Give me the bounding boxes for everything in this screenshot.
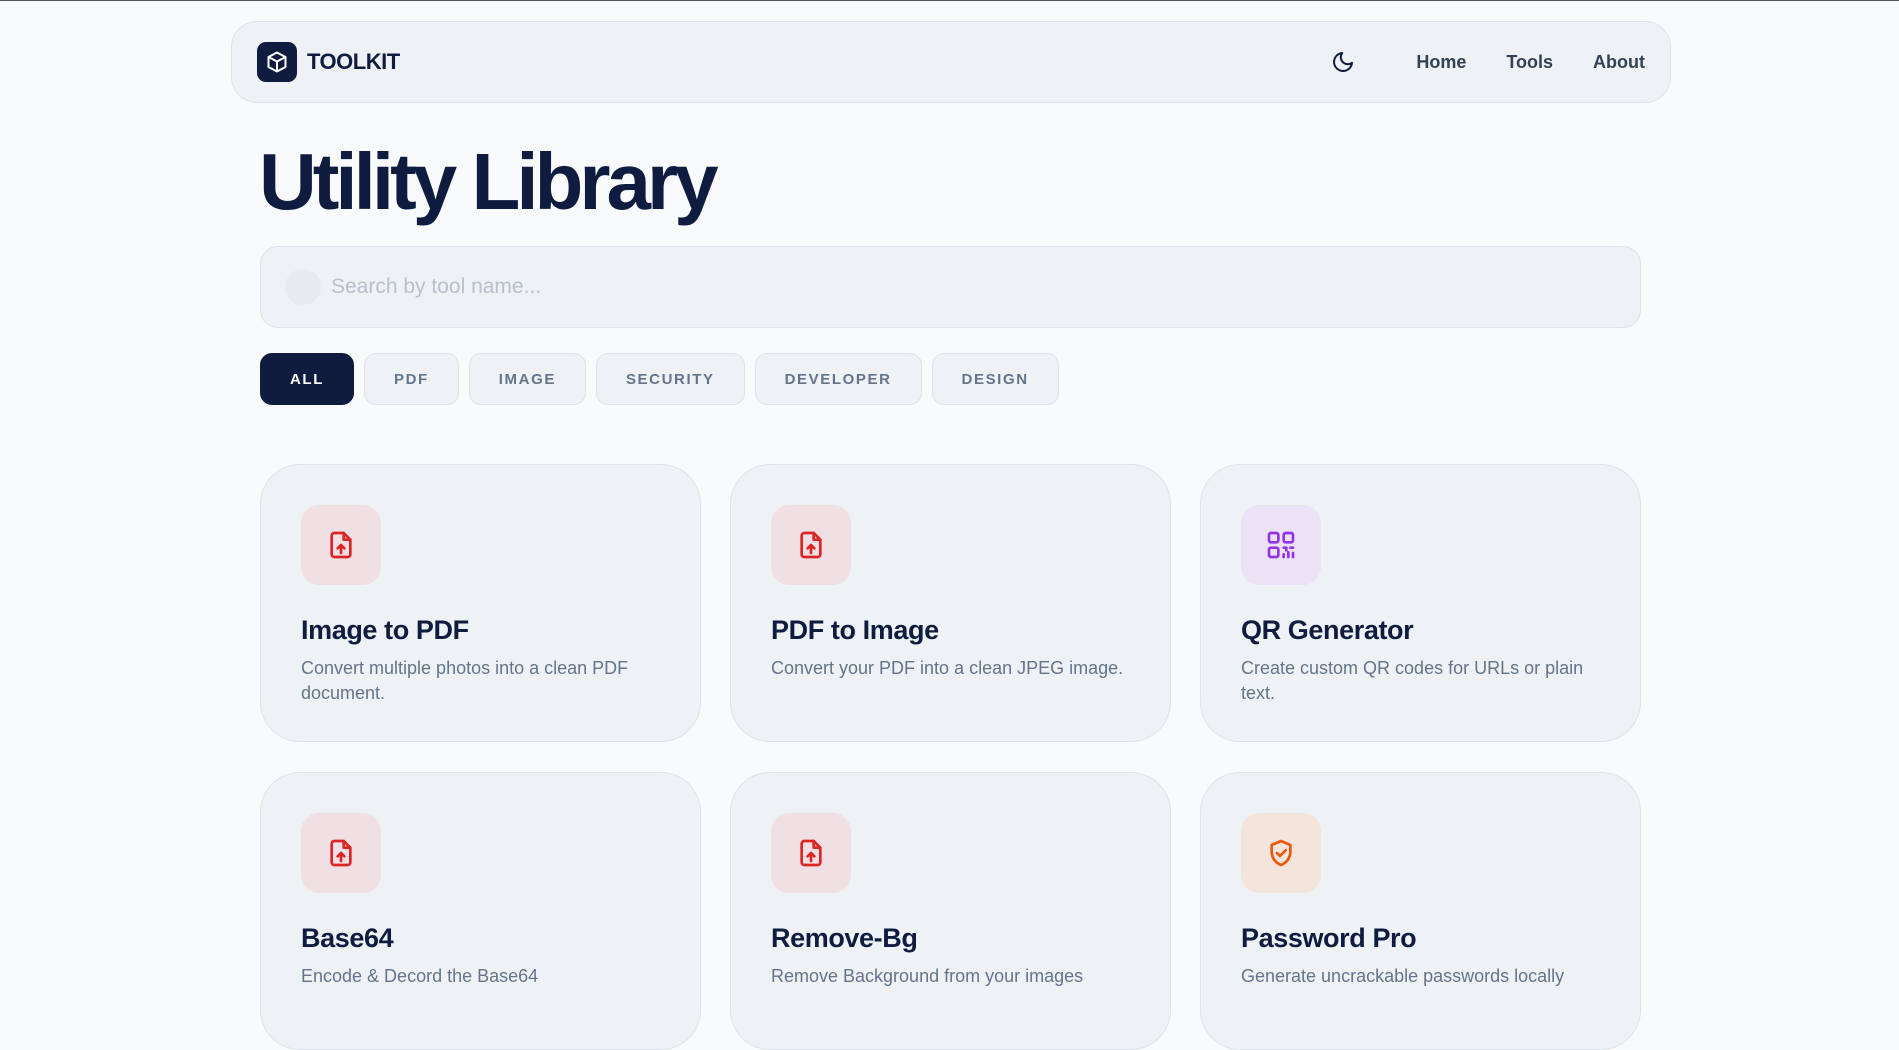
tool-card-image-to-pdf[interactable]: Image to PDF Convert multiple photos int… bbox=[260, 464, 701, 742]
nav-links: Home Tools About bbox=[1328, 47, 1645, 77]
tool-description: Encode & Decord the Base64 bbox=[301, 966, 539, 986]
nav-link-about[interactable]: About bbox=[1593, 52, 1645, 73]
search-icon bbox=[285, 269, 321, 305]
tool-title: Password Pro bbox=[1241, 923, 1417, 953]
tool-card-qr-generator[interactable]: QR Generator Create custom QR codes for … bbox=[1200, 464, 1641, 742]
tool-title: Base64 bbox=[301, 923, 394, 953]
shield-check-icon bbox=[1241, 813, 1321, 893]
tool-title: QR Generator bbox=[1241, 615, 1414, 645]
tool-title: PDF to Image bbox=[771, 615, 939, 645]
brand-name: TOOLKIT bbox=[307, 49, 400, 74]
cube-icon bbox=[257, 42, 297, 82]
tool-card-remove-bg[interactable]: Remove-Bg Remove Background from your im… bbox=[730, 772, 1171, 1050]
tool-description: Remove Background from your images bbox=[771, 966, 1084, 986]
tool-description: Convert your PDF into a clean JPEG image… bbox=[771, 658, 1124, 678]
tool-title: Image to PDF bbox=[301, 615, 469, 645]
filter-chip-developer[interactable]: DEVELOPER bbox=[754, 353, 922, 405]
tool-card-base64[interactable]: Base64 Encode & Decord the Base64 bbox=[260, 772, 701, 1050]
page-title: Utility Library bbox=[259, 137, 719, 226]
file-upload-icon bbox=[301, 813, 381, 893]
top-navbar: TOOLKIT Home Tools About bbox=[231, 21, 1671, 103]
tool-description: Convert multiple photos into a clean PDF… bbox=[301, 658, 629, 703]
file-upload-icon bbox=[301, 505, 381, 585]
qr-code-icon bbox=[1241, 505, 1321, 585]
file-upload-icon bbox=[771, 813, 851, 893]
moon-icon[interactable] bbox=[1328, 47, 1358, 77]
filter-chip-security[interactable]: SECURITY bbox=[595, 353, 745, 405]
tool-card-pdf-to-image[interactable]: PDF to Image Convert your PDF into a cle… bbox=[730, 464, 1171, 742]
file-upload-icon bbox=[771, 505, 851, 585]
nav-link-home[interactable]: Home bbox=[1416, 52, 1466, 73]
filter-chip-pdf[interactable]: PDF bbox=[363, 353, 459, 405]
category-filters: ALL PDF IMAGE SECURITY DEVELOPER DESIGN bbox=[260, 353, 1059, 405]
filter-chip-design[interactable]: DESIGN bbox=[931, 353, 1059, 405]
tool-description: Create custom QR codes for URLs or plain… bbox=[1241, 658, 1584, 703]
window-top-border bbox=[0, 0, 1899, 1]
tool-title: Remove-Bg bbox=[771, 923, 918, 953]
nav-link-tools[interactable]: Tools bbox=[1506, 52, 1553, 73]
filter-chip-all[interactable]: ALL bbox=[260, 353, 354, 405]
tool-card-password-pro[interactable]: Password Pro Generate uncrackable passwo… bbox=[1200, 772, 1641, 1050]
brand-logo[interactable]: TOOLKIT bbox=[257, 42, 400, 82]
filter-chip-image[interactable]: IMAGE bbox=[468, 353, 586, 405]
search-input[interactable] bbox=[331, 275, 1531, 299]
tool-description: Generate uncrackable passwords locally bbox=[1241, 966, 1565, 986]
search-bar[interactable] bbox=[260, 246, 1641, 328]
